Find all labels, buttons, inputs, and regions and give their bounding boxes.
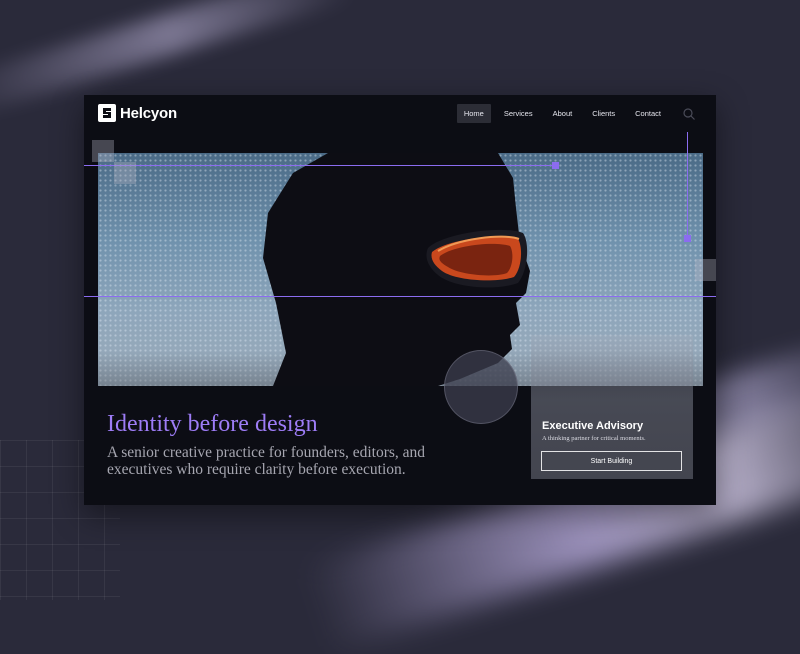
accent-square xyxy=(684,235,691,242)
nav-item-contact[interactable]: Contact xyxy=(628,104,668,123)
advisory-subtitle: A thinking partner for critical moments. xyxy=(542,435,646,442)
website-preview: Helcyon Home Services About Clients Cont… xyxy=(84,95,716,505)
decorative-tile xyxy=(92,140,114,162)
decorative-circle xyxy=(444,350,518,424)
decorative-tile xyxy=(695,259,716,281)
accent-square xyxy=(552,162,559,169)
executive-advisory-card: Executive Advisory A thinking partner fo… xyxy=(531,335,693,479)
accent-line xyxy=(84,165,556,166)
accent-line xyxy=(84,296,716,297)
nav-item-services[interactable]: Services xyxy=(497,104,540,123)
hero-subhead: A senior creative practice for founders,… xyxy=(107,444,426,478)
decorative-tile xyxy=(114,162,136,184)
nav-item-clients[interactable]: Clients xyxy=(585,104,622,123)
advisory-title: Executive Advisory xyxy=(542,420,644,432)
brand-name: Helcyon xyxy=(120,104,177,122)
accent-line xyxy=(687,132,688,240)
brand-logo-link[interactable]: Helcyon xyxy=(98,104,177,122)
helcyon-logo-icon xyxy=(98,104,116,122)
search-icon[interactable] xyxy=(682,107,696,121)
hero-headline: Identity before design xyxy=(107,411,318,437)
start-building-button[interactable]: Start Building xyxy=(541,451,682,471)
main-nav: Home Services About Clients Contact xyxy=(456,104,696,123)
nav-item-about[interactable]: About xyxy=(546,104,580,123)
nav-item-home[interactable]: Home xyxy=(456,104,491,123)
